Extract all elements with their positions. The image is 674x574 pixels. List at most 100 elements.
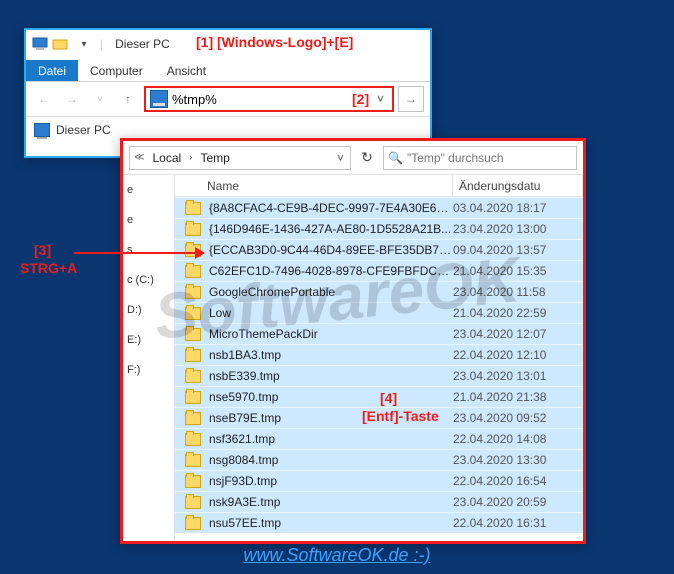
file-date: 21.04.2020 22:59 — [453, 306, 579, 320]
file-date: 09.04.2020 13:57 — [453, 243, 579, 257]
folder-icon — [185, 265, 201, 278]
tab-view[interactable]: Ansicht — [155, 60, 218, 81]
table-row[interactable]: Low21.04.2020 22:59 — [175, 302, 583, 323]
table-row[interactable]: nsbE339.tmp23.04.2020 13:01 — [175, 365, 583, 386]
file-list[interactable]: {8A8CFAC4-CE9B-4DEC-9997-7E4A30E6E...03.… — [175, 197, 583, 541]
file-name: nsf3621.tmp — [209, 432, 453, 446]
file-name: {146D946E-1436-427A-AE80-1D5528A21B... — [209, 222, 453, 236]
table-row[interactable]: {ECCAB3D0-9C44-46D4-89EE-BFE35DB7D...09.… — [175, 239, 583, 260]
folder-icon — [185, 454, 201, 467]
forward-button: → — [60, 87, 84, 111]
file-date: 03.04.2020 18:17 — [453, 201, 579, 215]
sidebar-item[interactable]: s — [123, 241, 174, 259]
table-row[interactable]: {146D946E-1436-427A-AE80-1D5528A21B...23… — [175, 218, 583, 239]
file-name: C62EFC1D-7496-4028-8978-CFE9FBFDCD... — [209, 264, 453, 278]
table-row[interactable]: nse5970.tmp21.04.2020 21:38 — [175, 386, 583, 407]
up-button[interactable]: ↑ — [116, 87, 140, 111]
file-name: {8A8CFAC4-CE9B-4DEC-9997-7E4A30E6E... — [209, 201, 453, 215]
search-box[interactable]: 🔍 — [383, 146, 577, 170]
folder-icon — [185, 223, 201, 236]
nav-row: ← → ˅ ↑ [2] ˅ → — [26, 82, 430, 116]
file-date: 22.04.2020 12:10 — [453, 348, 579, 362]
sidebar-label: Dieser PC — [56, 123, 111, 137]
table-row[interactable]: GoogleChromePortable23.04.2020 11:58 — [175, 281, 583, 302]
annotation-3-num: [3] — [34, 242, 51, 258]
chevron-right-icon: › — [187, 152, 194, 163]
address-bar[interactable]: [2] ˅ — [144, 86, 394, 112]
file-name: {ECCAB3D0-9C44-46D4-89EE-BFE35DB7D... — [209, 243, 453, 257]
explorer-window-temp: ≪ Local › Temp ˅ ↻ 🔍 eesc (C:)D:)E:)F:) … — [120, 138, 586, 544]
annotation-2: [2] — [352, 91, 369, 107]
tab-file[interactable]: Datei — [26, 60, 78, 81]
ribbon-tabs: Datei Computer Ansicht — [26, 58, 430, 82]
file-name: nsg8084.tmp — [209, 453, 453, 467]
table-row[interactable]: nseB79E.tmp23.04.2020 09:52 — [175, 407, 583, 428]
breadcrumb-dropdown-icon[interactable]: ˅ — [333, 151, 348, 165]
sidebar-item[interactable]: E:) — [123, 331, 174, 349]
folder-icon — [185, 286, 201, 299]
nav-pane[interactable]: eesc (C:)D:)E:)F:) — [123, 175, 175, 541]
table-row[interactable]: nsk9A3E.tmp23.04.2020 20:59 — [175, 491, 583, 512]
annotation-3-text: STRG+A — [20, 260, 77, 276]
file-date: 22.04.2020 14:08 — [453, 432, 579, 446]
file-date: 22.04.2020 16:31 — [453, 516, 579, 530]
folder-icon — [185, 349, 201, 362]
file-name: nse5970.tmp — [209, 390, 453, 404]
table-row[interactable]: MicroThemePackDir23.04.2020 12:07 — [175, 323, 583, 344]
search-input[interactable] — [407, 151, 572, 165]
table-row[interactable]: nsf3621.tmp22.04.2020 14:08 — [175, 428, 583, 449]
qat-folder-icon[interactable] — [52, 36, 68, 52]
refresh-button[interactable]: ↻ — [353, 149, 381, 166]
folder-icon — [185, 433, 201, 446]
go-button[interactable]: → — [398, 86, 424, 112]
crumb-local[interactable]: Local — [148, 151, 185, 165]
file-name: nseB79E.tmp — [209, 411, 453, 425]
recent-dropdown-icon[interactable]: ˅ — [88, 87, 112, 111]
file-date: 23.04.2020 12:07 — [453, 327, 579, 341]
sidebar-item[interactable]: e — [123, 211, 174, 229]
file-date: 23.04.2020 20:59 — [453, 495, 579, 509]
folder-icon — [185, 475, 201, 488]
file-name: MicroThemePackDir — [209, 327, 453, 341]
folder-icon — [185, 496, 201, 509]
qat-dropdown-icon[interactable]: ▾ — [76, 36, 92, 52]
folder-icon — [185, 202, 201, 215]
table-row[interactable]: nsjF93D.tmp22.04.2020 16:54 — [175, 470, 583, 491]
titlebar: ▾ | Dieser PC — [26, 30, 430, 58]
this-pc-icon — [32, 36, 48, 52]
footer-url: www.SoftwareOK.de :-) — [0, 545, 674, 566]
file-date: 23.04.2020 13:00 — [453, 222, 579, 236]
annotation-3-arrow — [74, 252, 204, 254]
column-headers: Name Änderungsdatu — [175, 175, 583, 197]
table-row[interactable]: {8A8CFAC4-CE9B-4DEC-9997-7E4A30E6E...03.… — [175, 197, 583, 218]
breadcrumb-overflow-icon[interactable]: ≪ — [132, 152, 146, 163]
sidebar-item[interactable]: e — [123, 181, 174, 199]
table-row[interactable]: nsb1BA3.tmp22.04.2020 12:10 — [175, 344, 583, 365]
file-name: GoogleChromePortable — [209, 285, 453, 299]
sidebar-item[interactable]: F:) — [123, 361, 174, 379]
table-row[interactable]: nsu57EE.tmp22.04.2020 16:31 — [175, 512, 583, 533]
this-pc-icon — [150, 90, 168, 108]
file-date: 23.04.2020 13:01 — [453, 369, 579, 383]
table-row[interactable]: nsg8084.tmp23.04.2020 13:30 — [175, 449, 583, 470]
table-row[interactable]: C62EFC1D-7496-4028-8978-CFE9FBFDCD...21.… — [175, 260, 583, 281]
breadcrumb[interactable]: ≪ Local › Temp ˅ — [129, 146, 351, 170]
search-icon: 🔍 — [388, 151, 403, 165]
sidebar-item[interactable]: c (C:) — [123, 271, 174, 289]
address-dropdown-icon[interactable]: ˅ — [373, 92, 388, 106]
address-input[interactable] — [172, 92, 348, 107]
file-name: Low — [209, 306, 453, 320]
tab-computer[interactable]: Computer — [78, 60, 155, 81]
folder-icon — [185, 328, 201, 341]
crumb-temp[interactable]: Temp — [197, 151, 234, 165]
col-modified[interactable]: Änderungsdatu — [453, 175, 583, 196]
file-date: 22.04.2020 16:54 — [453, 474, 579, 488]
file-date: 21.04.2020 15:35 — [453, 264, 579, 278]
window-title: Dieser PC — [115, 37, 170, 51]
folder-icon — [185, 370, 201, 383]
back-button: ← — [32, 87, 56, 111]
file-date: 23.04.2020 11:58 — [453, 285, 579, 299]
sidebar-item[interactable]: D:) — [123, 301, 174, 319]
col-name[interactable]: Name — [175, 175, 453, 196]
this-pc-icon — [34, 123, 50, 137]
